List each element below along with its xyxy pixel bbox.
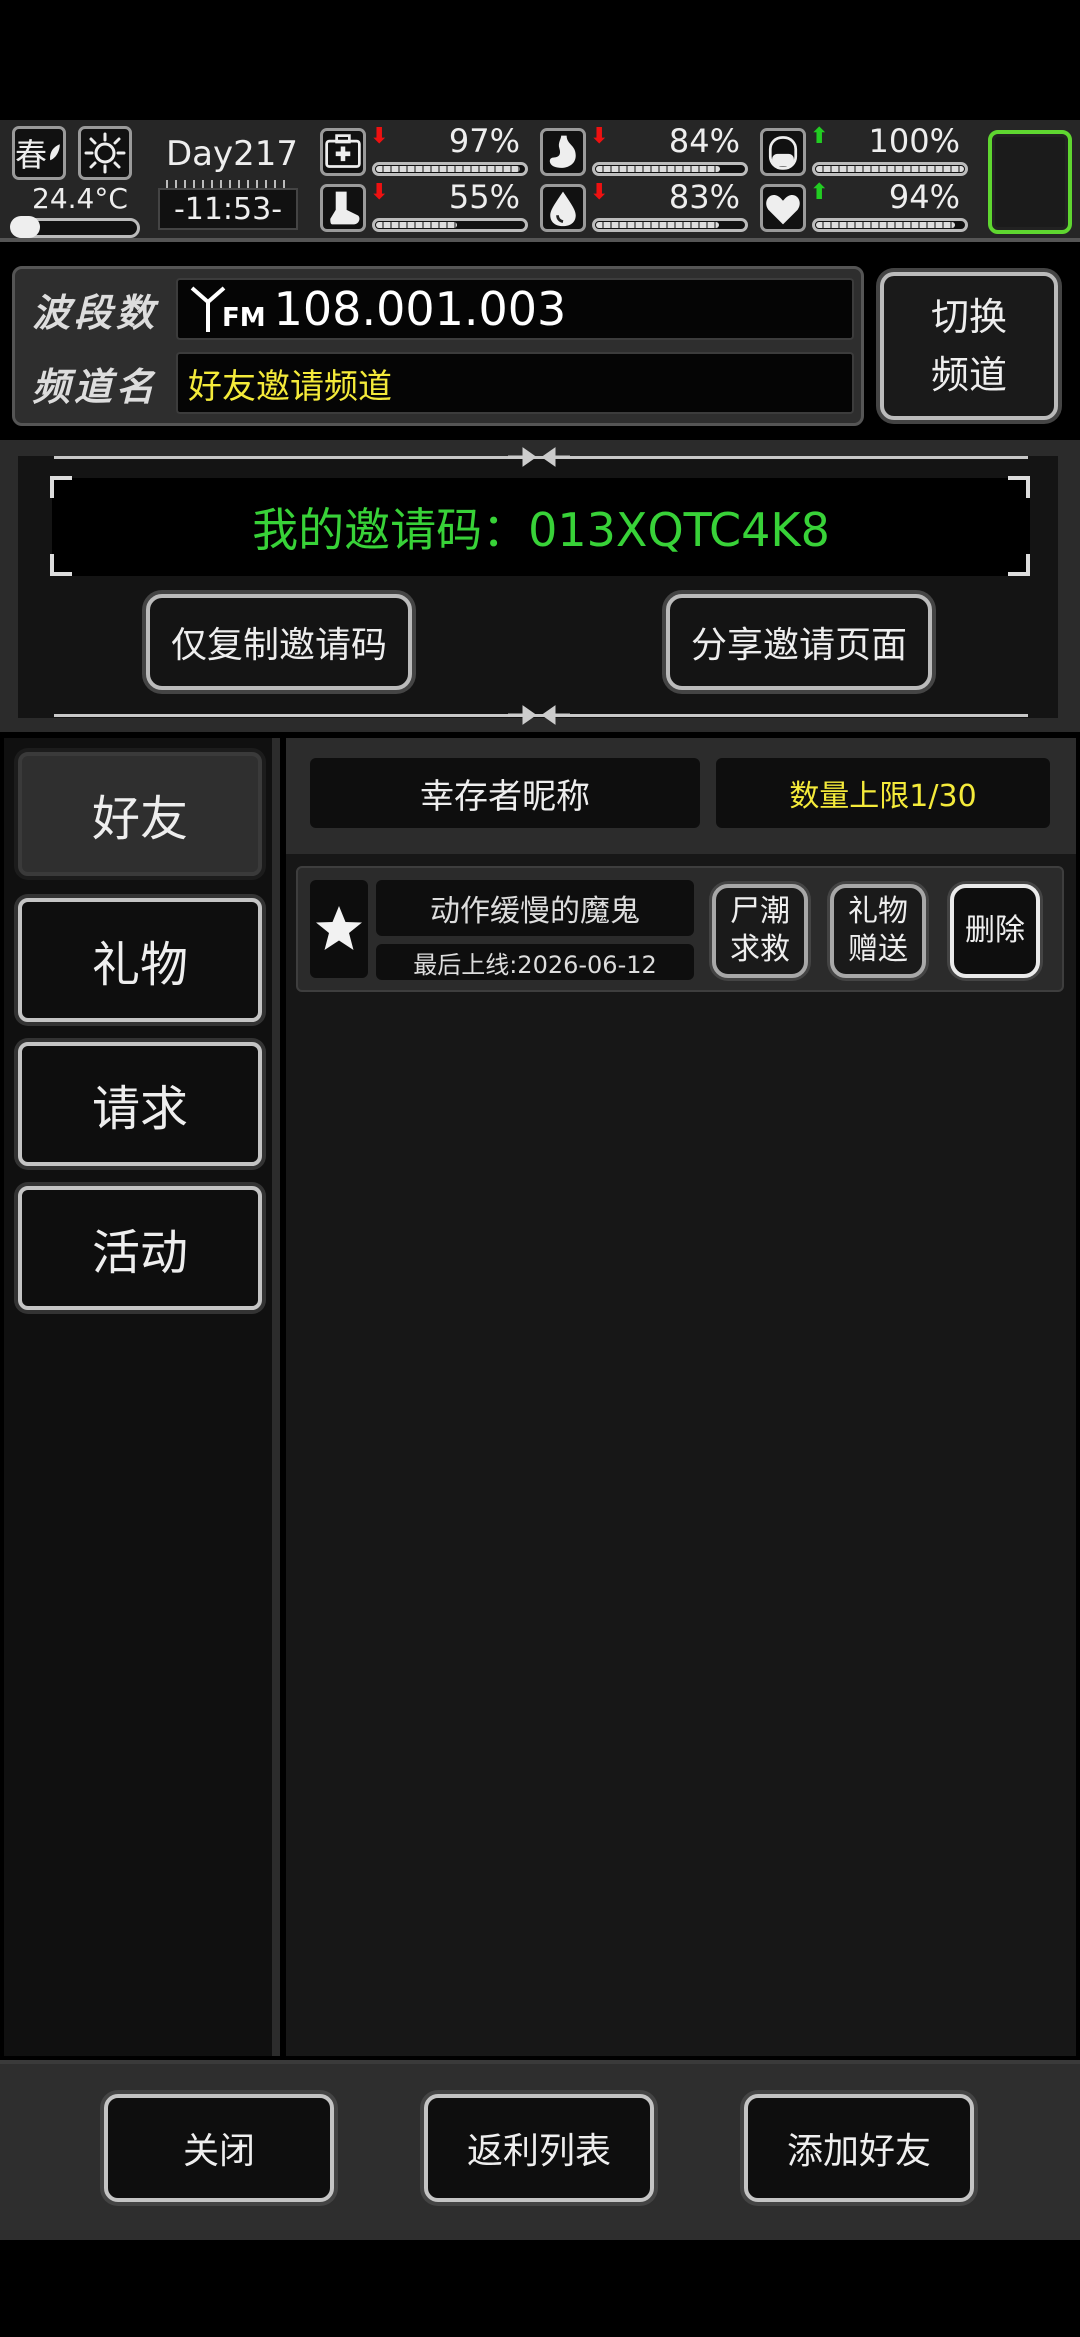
foot-icon — [330, 191, 360, 225]
tab-requests[interactable]: 请求 — [18, 1042, 262, 1166]
hunger-bar-fill — [596, 166, 721, 172]
copy-invite-code-button[interactable]: 仅复制邀请码 — [146, 594, 412, 690]
pill-stat-icon-box — [760, 128, 806, 176]
tab-gifts[interactable]: 礼物 — [18, 898, 262, 1022]
channel-field: 好友邀请频道 — [176, 352, 854, 414]
fm-label: FM — [222, 303, 266, 333]
divider-arrows-icon — [508, 705, 570, 725]
channel-label: 频道名 — [32, 365, 159, 409]
switch-channel-button[interactable]: 切换 频道 — [880, 272, 1058, 420]
equipment-slot[interactable] — [988, 130, 1072, 234]
mood-bar — [812, 218, 968, 232]
clock-display: -11:53- — [158, 188, 298, 230]
friend-limit-counter: 数量上限1/30 — [716, 758, 1050, 828]
medkit-icon — [325, 134, 361, 168]
hunger-percent: 84% — [668, 122, 740, 160]
sun-icon — [84, 132, 126, 174]
channel-name: 好友邀请频道 — [188, 366, 392, 407]
stomach-stat-icon-box — [540, 128, 586, 176]
season-indicator: 春 — [12, 126, 66, 180]
health-bar — [372, 162, 528, 176]
leaf-icon — [50, 144, 60, 161]
rebate-list-button[interactable]: 返利列表 — [424, 2094, 654, 2202]
tab-events[interactable]: 活动 — [18, 1186, 262, 1310]
medicine-bar-fill — [816, 166, 964, 172]
favorite-toggle[interactable] — [310, 880, 368, 978]
gift-send-label-1: 礼物 — [848, 894, 908, 929]
horde-rescue-label-2: 求救 — [730, 932, 790, 967]
frequency-value: 108.001.003 — [273, 282, 567, 336]
corner-tr — [1008, 476, 1030, 498]
day-counter: Day217 — [166, 134, 299, 174]
horde-rescue-button[interactable]: 尸潮 求救 — [712, 884, 808, 978]
medicine-bar — [812, 162, 968, 176]
add-friend-button[interactable]: 添加好友 — [744, 2094, 974, 2202]
friend-row: 动作缓慢的魔鬼 最后上线:2026-06-12 尸潮 求救 礼物 赠送 删除 — [296, 866, 1064, 992]
gift-send-label-2: 赠送 — [848, 932, 908, 967]
band-label: 波段数 — [32, 291, 159, 335]
thirst-bar-fill — [596, 222, 719, 228]
corner-bl — [50, 554, 72, 576]
frequency-field: FM 108.001.003 — [176, 278, 854, 340]
gift-send-button[interactable]: 礼物 赠送 — [830, 884, 926, 978]
water-drop-icon — [550, 191, 576, 227]
share-invite-page-button[interactable]: 分享邀请页面 — [666, 594, 932, 690]
mood-bar-fill — [816, 222, 956, 228]
stamina-bar-fill — [376, 222, 458, 228]
weather-indicator[interactable] — [78, 126, 132, 180]
thermometer-icon — [10, 216, 40, 238]
divider-arrows-icon — [508, 447, 570, 467]
horde-rescue-label-1: 尸潮 — [730, 894, 790, 929]
medkit-stat-icon-box — [320, 128, 366, 176]
season-label: 春 — [15, 136, 48, 174]
invite-code-display[interactable]: 我的邀请码：013XQTC4K8 — [52, 478, 1030, 576]
pill-icon — [768, 136, 798, 170]
thirst-bar — [592, 218, 748, 232]
temperature-value: 24.4°C — [32, 182, 128, 215]
time-ticks — [166, 180, 290, 188]
medicine-percent: 100% — [868, 122, 960, 160]
hunger-bar — [592, 162, 748, 176]
foot-stat-icon-box — [320, 184, 366, 232]
corner-br — [1008, 554, 1030, 576]
switch-channel-label-1: 切换 — [930, 295, 1007, 339]
mood-percent: 94% — [888, 178, 960, 216]
nickname-column-header: 幸存者昵称 — [310, 758, 700, 828]
corner-tl — [50, 476, 72, 498]
friend-nickname: 动作缓慢的魔鬼 — [376, 880, 694, 936]
water-drop-stat-icon-box — [540, 184, 586, 232]
stomach-icon — [549, 135, 576, 168]
heart-icon — [766, 195, 800, 225]
switch-channel-label-2: 频道 — [930, 353, 1007, 397]
delete-friend-button[interactable]: 删除 — [950, 884, 1040, 978]
stamina-percent: 55% — [448, 178, 520, 216]
close-button[interactable]: 关闭 — [104, 2094, 334, 2202]
health-percent: 97% — [448, 122, 520, 160]
tab-friends[interactable]: 好友 — [18, 752, 262, 876]
health-bar-fill — [376, 166, 520, 172]
thirst-percent: 83% — [668, 178, 740, 216]
star-icon — [316, 906, 362, 950]
heart-stat-icon-box — [760, 184, 806, 232]
friend-last-online: 最后上线:2026-06-12 — [376, 944, 694, 980]
stamina-bar — [372, 218, 528, 232]
